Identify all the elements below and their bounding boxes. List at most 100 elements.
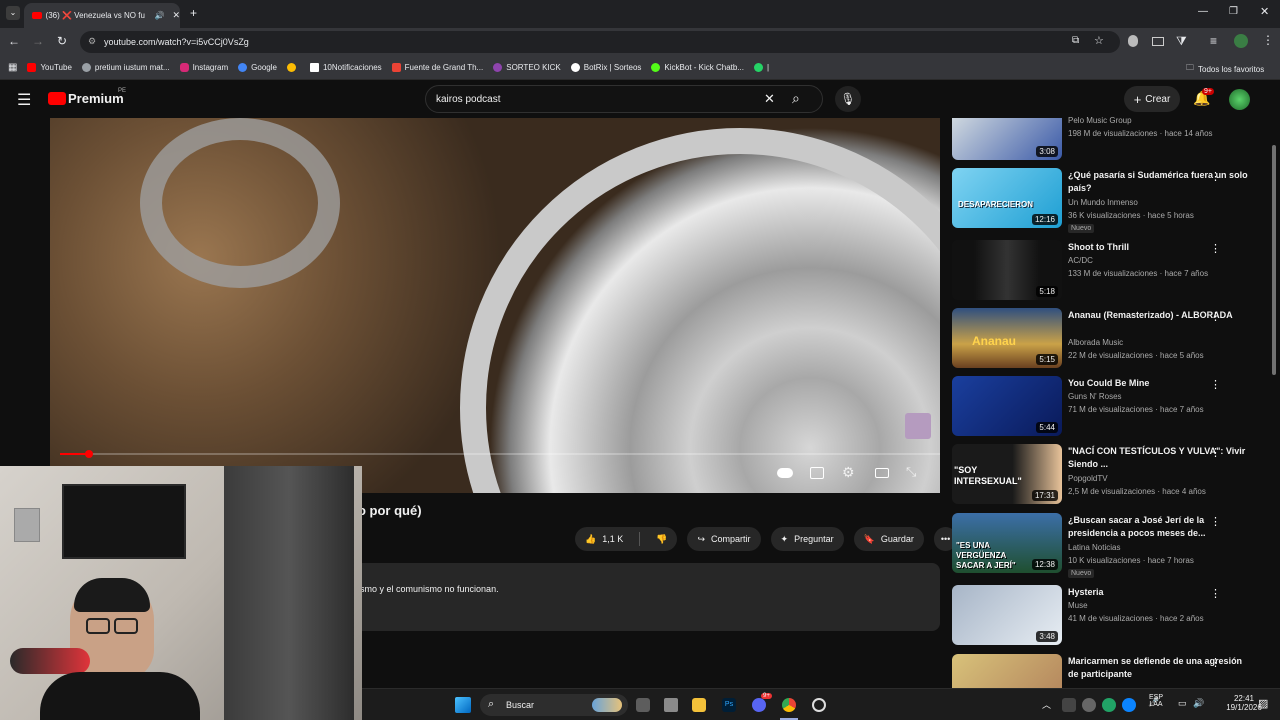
- tray-app-icon[interactable]: [1082, 698, 1096, 712]
- more-options-icon[interactable]: ⋮: [1210, 378, 1221, 391]
- bookmark-gta-font[interactable]: Fuente de Grand Th...: [391, 63, 483, 72]
- theater-mode-icon[interactable]: [875, 468, 889, 478]
- autoplay-toggle-icon[interactable]: [777, 468, 793, 478]
- bookmark-unnamed[interactable]: [286, 63, 300, 72]
- recommendation-card[interactable]: "SOY INTERSEXUAL" 17:31 "NACÍ CON TESTÍC…: [952, 444, 1264, 508]
- more-options-icon[interactable]: ⋮: [1210, 515, 1221, 528]
- close-window-icon[interactable]: ✕: [1260, 5, 1269, 18]
- hamburger-menu-icon[interactable]: ☰: [17, 90, 31, 110]
- bookmark-10notificaciones[interactable]: 10Notificaciones: [309, 63, 382, 72]
- bookmark-sorteo-kick[interactable]: SORTEO KICK: [493, 63, 561, 72]
- create-button[interactable]: + Crear: [1124, 86, 1180, 112]
- tab-search-button[interactable]: ⌄: [6, 6, 20, 20]
- ask-button[interactable]: ✦ Preguntar: [770, 527, 844, 551]
- more-options-icon[interactable]: ⋮: [1210, 242, 1221, 255]
- video-player[interactable]: ⚙ ⤡: [50, 118, 940, 493]
- share-button[interactable]: ↪ Compartir: [687, 527, 761, 551]
- video-meta: 36 K visualizaciones · hace 5 horas: [1068, 211, 1194, 220]
- watch-rim-shape: [460, 128, 940, 493]
- more-options-icon[interactable]: ⋮: [1210, 170, 1221, 183]
- new-tab-icon[interactable]: +: [190, 6, 197, 20]
- restore-icon[interactable]: ❐: [1229, 6, 1238, 17]
- windows-start-icon[interactable]: [455, 697, 471, 713]
- subtitles-icon[interactable]: [810, 467, 824, 479]
- tray-app-icon[interactable]: [1122, 698, 1136, 712]
- volume-icon[interactable]: 🔊: [1193, 698, 1204, 709]
- video-meta: 22 M de visualizaciones · hace 5 años: [1068, 351, 1204, 360]
- bookmark-google[interactable]: Google: [238, 63, 277, 72]
- clear-search-icon[interactable]: ✕: [764, 91, 775, 107]
- file-explorer-icon[interactable]: [692, 698, 706, 712]
- active-tab[interactable]: (36) ❌ Venezuela vs NO fu 🔊 ✕: [24, 3, 180, 28]
- dislike-button[interactable]: 👎: [646, 527, 677, 551]
- video-title: ¿Buscan sacar a José Jerí de la presiden…: [1068, 515, 1206, 538]
- account-avatar[interactable]: [1229, 89, 1250, 110]
- bookmark-botrix[interactable]: BotRix | Sorteos: [570, 63, 641, 72]
- extensions-puzzle-icon[interactable]: ⧩: [1176, 34, 1187, 49]
- profile-avatar[interactable]: [1234, 34, 1248, 48]
- fullscreen-icon[interactable]: ⤡: [906, 464, 916, 480]
- search-icon[interactable]: ⌕: [792, 90, 800, 107]
- extension-2-icon[interactable]: [1152, 37, 1164, 46]
- app-icon[interactable]: [664, 698, 678, 712]
- thumbnail-text: Ananau: [972, 334, 1017, 348]
- more-options-icon[interactable]: ⋮: [1210, 310, 1221, 323]
- tab-close-icon[interactable]: ✕: [172, 10, 180, 21]
- reading-list-icon[interactable]: ≡: [1210, 34, 1217, 48]
- bookmark-whatsapp[interactable]: |: [754, 63, 769, 72]
- app-icon[interactable]: [812, 698, 826, 712]
- bookmark-youtube[interactable]: YouTube: [27, 63, 72, 72]
- minimize-icon[interactable]: —: [1198, 6, 1208, 17]
- recommendation-card[interactable]: 5:44 You Could Be Mine Guns N' Roses 71 …: [952, 376, 1264, 440]
- youtube-logo-icon[interactable]: [48, 92, 66, 105]
- description-box[interactable]: smo y el comunismo no funcionan.: [355, 563, 940, 631]
- reload-icon[interactable]: ↻: [57, 34, 67, 48]
- bookmark-kickbot[interactable]: KickBot - Kick Chatb...: [651, 63, 744, 72]
- discord-icon[interactable]: [752, 698, 766, 712]
- photoshop-icon[interactable]: Ps: [722, 698, 736, 712]
- keyboard-language[interactable]: ESP LAA: [1145, 694, 1167, 708]
- more-options-icon[interactable]: ⋮: [1210, 587, 1221, 600]
- back-icon[interactable]: ←: [8, 34, 20, 48]
- video-progress-bar[interactable]: [60, 450, 940, 458]
- search-input[interactable]: kairos podcast ✕ ⌕: [425, 85, 823, 113]
- duration-badge: 17:31: [1031, 490, 1058, 501]
- apps-grid-icon[interactable]: ▦: [8, 62, 17, 73]
- bookmark-instagram[interactable]: Instagram: [179, 63, 228, 72]
- forward-icon[interactable]: →: [32, 34, 44, 48]
- bookmark-star-icon[interactable]: ☆: [1094, 34, 1104, 47]
- tray-app-icon[interactable]: [1062, 698, 1076, 712]
- tray-chevron-icon[interactable]: ︿: [1042, 698, 1051, 711]
- address-bar[interactable]: ⚙ youtube.com/watch?v=i5vCCj0VsZg ⧉ ☆: [80, 31, 1120, 53]
- recommendation-card[interactable]: "ES UNA VERGÜENZA SACAR A JERÍ" 12:38 ¿B…: [952, 513, 1264, 578]
- taskbar-search[interactable]: ⌕ Buscar: [480, 694, 628, 716]
- more-options-icon[interactable]: ⋮: [1210, 446, 1221, 459]
- all-favorites-folder[interactable]: 🗀 Todos los favoritos: [1186, 62, 1264, 76]
- youtube-premium-logo[interactable]: Premium: [68, 91, 124, 106]
- recommendation-card[interactable]: Maricarmen se defiende de una agresión d…: [952, 654, 1264, 688]
- install-app-icon[interactable]: ⧉: [1072, 35, 1079, 46]
- more-options-icon[interactable]: ⋮: [1210, 656, 1221, 669]
- chrome-menu-icon[interactable]: ⋮: [1262, 33, 1274, 47]
- page-scrollbar[interactable]: [1272, 145, 1276, 375]
- recommendation-card[interactable]: 3:48 Hysteria Muse 41 M de visualizacion…: [952, 585, 1264, 649]
- recommendation-card[interactable]: DESAPARECIERON 12:16 ¿Qué pasaría si Sud…: [952, 168, 1264, 233]
- extension-icon[interactable]: [1128, 35, 1138, 47]
- save-button[interactable]: 🔖 Guardar: [853, 527, 924, 551]
- like-button[interactable]: 👍 1,1 K: [575, 527, 633, 551]
- notification-center-icon[interactable]: ▨: [1258, 697, 1268, 710]
- player-corner-thumbnail: [905, 413, 931, 439]
- recommendation-card[interactable]: Ananau 5:15 Ananau (Remasterizado) - ALB…: [952, 308, 1264, 372]
- tab-audio-icon[interactable]: 🔊: [154, 11, 164, 20]
- sparkle-icon: ✦: [780, 533, 789, 544]
- network-icon[interactable]: ▭: [1178, 698, 1187, 709]
- bookmark-pretium[interactable]: pretium iustum mat...: [81, 63, 170, 72]
- settings-gear-icon[interactable]: ⚙: [842, 464, 855, 481]
- voice-search-icon[interactable]: 🎙: [835, 86, 861, 112]
- site-info-icon[interactable]: ⚙: [88, 36, 96, 47]
- tray-app-icon[interactable]: [1102, 698, 1116, 712]
- recommendation-card[interactable]: 5:18 Shoot to Thrill AC/DC 133 M de visu…: [952, 240, 1264, 304]
- chrome-taskbar-icon[interactable]: [782, 698, 796, 712]
- progress-scrubber[interactable]: [85, 450, 93, 458]
- task-view-icon[interactable]: [636, 698, 650, 712]
